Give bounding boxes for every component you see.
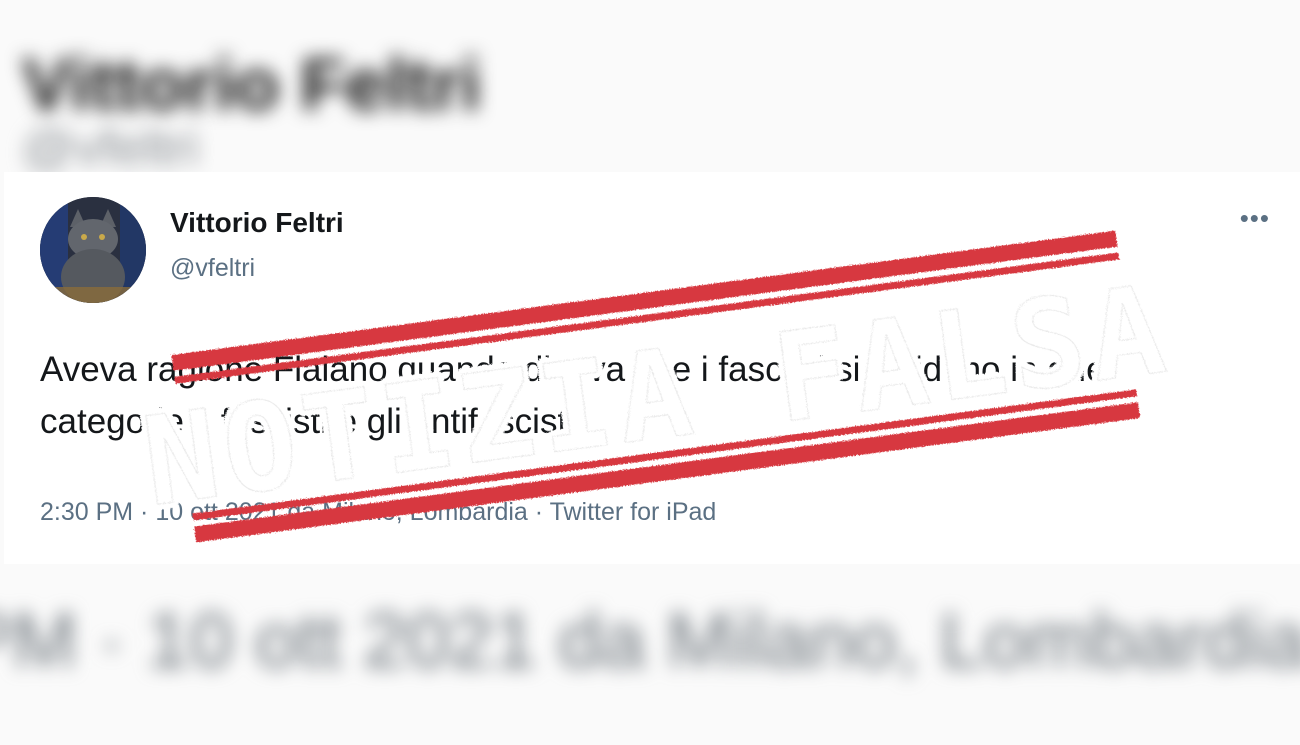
meta-separator: · [527, 498, 550, 526]
screenshot-stage: Vittorio Feltri @vfeltri PM · 10 ott 202… [0, 0, 1300, 745]
tweet-meta: 2:30 PM · 10 ott 2021 da Milano, Lombard… [40, 498, 716, 527]
avatar[interactable] [40, 197, 146, 303]
background-blurred-meta: PM · 10 ott 2021 da Milano, Lombardia · … [0, 596, 1300, 684]
tweet-time[interactable]: 2:30 PM [40, 498, 133, 526]
author-name[interactable]: Vittorio Feltri [170, 207, 344, 239]
author-handle[interactable]: @vfeltri [170, 254, 255, 283]
background-blurred-handle: @vfeltri [22, 119, 200, 177]
cat-avatar-icon [40, 197, 146, 303]
more-horizontal-icon[interactable]: ••• [1240, 205, 1270, 231]
background-blurred-name: Vittorio Feltri [22, 43, 482, 126]
tweet-card: Vittorio Feltri @vfeltri ••• Aveva ragio… [4, 172, 1300, 564]
meta-separator: · [133, 498, 156, 526]
tweet-text: Aveva ragione Flaiano quando diceva che … [40, 350, 1106, 441]
tweet-date-location[interactable]: 10 ott 2021 da Milano, Lombardia [155, 498, 527, 526]
tweet-source[interactable]: Twitter for iPad [550, 498, 717, 526]
